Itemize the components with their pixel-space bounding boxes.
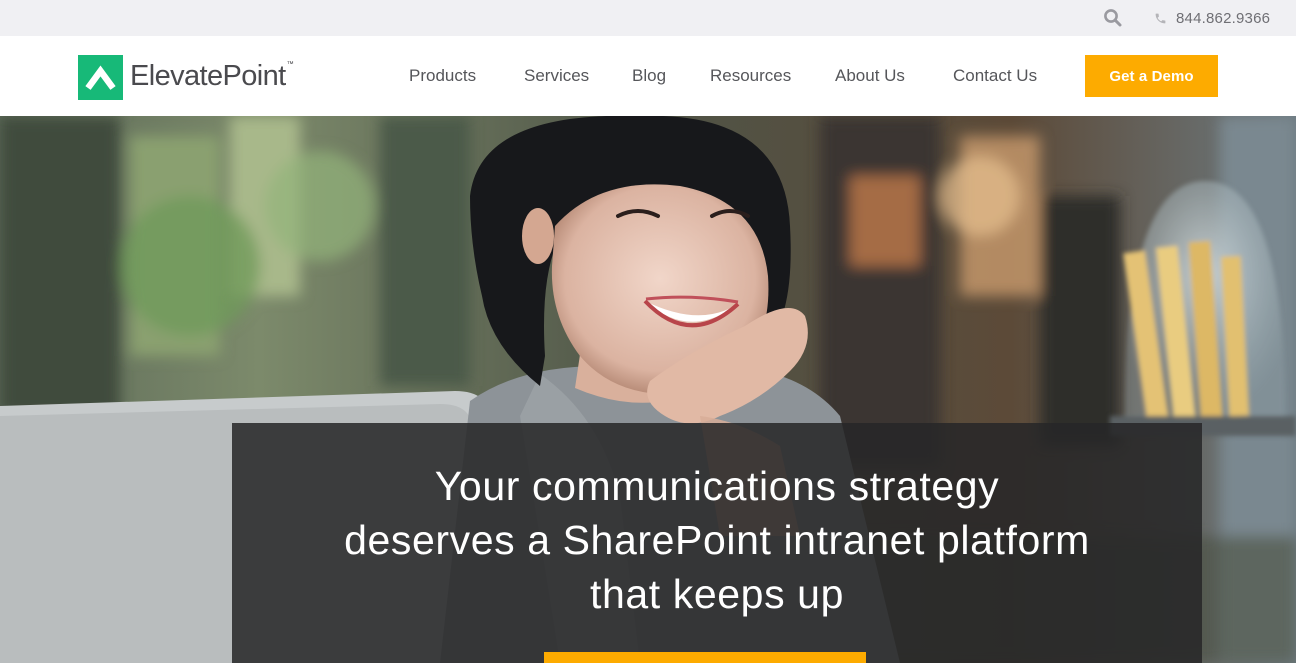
nav-item-products[interactable]: Products <box>409 66 476 86</box>
hero-headline-line: that keeps up <box>590 571 844 617</box>
hero-text-panel: Your communications strategy deserves a … <box>232 423 1202 663</box>
logo-mark-icon <box>78 54 123 100</box>
nav-item-about-us[interactable]: About Us <box>835 66 905 86</box>
elevatepoint-logo[interactable]: ElevatePoint ™ <box>78 54 294 100</box>
nav-item-resources[interactable]: Resources <box>710 66 791 86</box>
hero-cta-button[interactable] <box>544 652 866 663</box>
site-header: ElevatePoint ™ Products Services Blog Res… <box>0 36 1296 116</box>
hero-headline: Your communications strategy deserves a … <box>232 459 1202 621</box>
phone-number[interactable]: 844.862.9366 <box>1176 10 1270 27</box>
utility-bar: 844.862.9366 <box>0 0 1296 36</box>
logo-trademark: ™ <box>286 60 294 68</box>
phone-contact[interactable]: 844.862.9366 <box>1154 9 1270 27</box>
search-icon[interactable] <box>1103 8 1123 28</box>
logo-text: ElevatePoint <box>130 59 286 92</box>
hero-section: Your communications strategy deserves a … <box>0 116 1296 663</box>
nav-item-blog[interactable]: Blog <box>632 66 666 86</box>
get-demo-button[interactable]: Get a Demo <box>1085 55 1218 97</box>
hero-headline-line: deserves a SharePoint intranet platform <box>344 517 1090 563</box>
phone-icon <box>1154 12 1167 25</box>
nav-item-services[interactable]: Services <box>524 66 589 86</box>
hero-headline-line: Your communications strategy <box>434 463 1000 509</box>
nav-item-contact-us[interactable]: Contact Us <box>953 66 1037 86</box>
